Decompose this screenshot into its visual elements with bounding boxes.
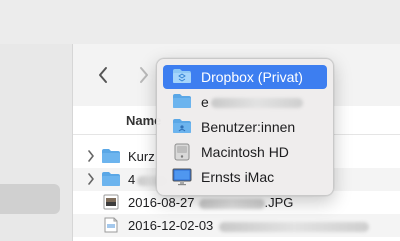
imac-icon (172, 168, 192, 186)
folder-icon (102, 172, 120, 186)
disclosure-chevron-icon[interactable] (87, 173, 95, 185)
menu-item-benutzer[interactable]: Benutzer:innen (163, 115, 327, 139)
sidebar-selected-item[interactable] (0, 184, 60, 214)
path-popup-menu: Dropbox (Privat) e Benutzer:innen Macint… (156, 58, 334, 196)
menu-item-label: Ernsts iMac (201, 169, 275, 185)
back-button[interactable] (93, 62, 113, 88)
window-titlebar (0, 0, 400, 45)
list-item-label: 2016-12-02-03 (128, 218, 370, 233)
disclosure-chevron-icon[interactable] (87, 150, 95, 162)
menu-item-user-folder[interactable]: e (163, 90, 327, 114)
dropbox-folder-icon (173, 69, 191, 83)
users-folder-icon (173, 119, 191, 133)
forward-button[interactable] (134, 62, 154, 88)
list-item-label: Kurz (128, 149, 155, 164)
menu-item-label: e (201, 94, 303, 110)
folder-icon (102, 149, 120, 163)
folder-icon (173, 94, 191, 108)
chevron-left-icon (99, 67, 107, 83)
menu-item-dropbox[interactable]: Dropbox (Privat) (163, 65, 327, 89)
menu-item-label: Macintosh HD (201, 144, 289, 160)
list-item-label: 2016-08-27 .JPG (128, 195, 294, 210)
hard-drive-icon (174, 143, 190, 161)
menu-item-label: Dropbox (Privat) (201, 69, 303, 85)
menu-item-ernsts-imac[interactable]: Ernsts iMac (163, 165, 327, 189)
list-item[interactable]: 2016-12-02-03 (73, 214, 400, 237)
sidebar (0, 44, 73, 241)
menu-item-label: Benutzer:innen (201, 119, 296, 135)
document-file-icon (104, 217, 118, 233)
menu-item-macintosh-hd[interactable]: Macintosh HD (163, 140, 327, 164)
image-file-icon (103, 194, 119, 210)
chevron-right-icon (140, 67, 148, 83)
